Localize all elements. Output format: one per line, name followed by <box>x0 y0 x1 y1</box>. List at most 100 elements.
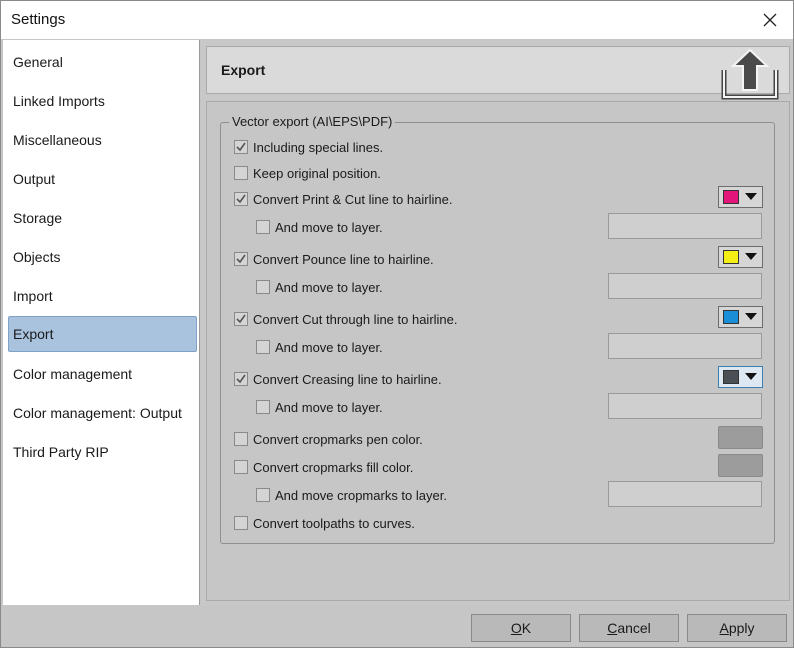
option-label: Convert Print & Cut line to hairline. <box>253 191 453 207</box>
option-pounce-move-layer[interactable]: And move to layer. <box>256 277 383 297</box>
option-cropmarks-pen-color[interactable]: Convert cropmarks pen color. <box>234 429 423 449</box>
apply-mnemonic: A <box>719 620 729 636</box>
option-print-cut-move-layer[interactable]: And move to layer. <box>256 217 383 237</box>
sidebar-item-miscellaneous[interactable]: Miscellaneous <box>8 122 197 158</box>
option-label: Convert Cut through line to hairline. <box>253 311 458 327</box>
window-title: Settings <box>11 11 66 28</box>
option-cropmarks-move-layer[interactable]: And move cropmarks to layer. <box>256 485 447 505</box>
sidebar-item-general[interactable]: General <box>8 44 197 80</box>
checkbox-checked[interactable] <box>234 140 248 154</box>
sidebar-item-storage[interactable]: Storage <box>8 200 197 236</box>
option-cut-through-hairline[interactable]: Convert Cut through line to hairline. <box>234 309 458 329</box>
creasing-color-picker[interactable] <box>718 366 763 388</box>
cancel-button[interactable]: Cancel <box>579 614 679 642</box>
sidebar-item-label: Output <box>13 171 56 187</box>
apply-button[interactable]: Apply <box>687 614 787 642</box>
cut-through-color-picker[interactable] <box>718 306 763 328</box>
option-creasing-move-layer[interactable]: And move to layer. <box>256 397 383 417</box>
sidebar-item-label: Miscellaneous <box>13 132 102 148</box>
cropmarks-pen-color-swatch[interactable] <box>718 426 763 449</box>
sidebar-item-label: Export <box>13 326 54 342</box>
page-title: Export <box>221 62 266 78</box>
option-print-cut-hairline[interactable]: Convert Print & Cut line to hairline. <box>234 189 452 209</box>
vector-export-group: Vector export (AI\EPS\PDF) Including spe… <box>220 114 775 544</box>
option-toolpaths-to-curves[interactable]: Convert toolpaths to curves. <box>234 513 415 533</box>
option-cropmarks-fill-color[interactable]: Convert cropmarks fill color. <box>234 457 413 477</box>
close-button[interactable] <box>747 1 793 39</box>
cropmarks-fill-color-swatch[interactable] <box>718 454 763 477</box>
option-label: Including special lines. <box>253 139 384 155</box>
sidebar-item-label: Color management <box>13 366 133 382</box>
export-settings-content: Vector export (AI\EPS\PDF) Including spe… <box>206 101 790 601</box>
sidebar-item-label: Import <box>13 288 53 304</box>
option-creasing-hairline[interactable]: Convert Creasing line to hairline. <box>234 369 442 389</box>
settings-window: Settings General Linked Imports Miscella… <box>0 0 794 648</box>
checkbox-checked[interactable] <box>234 252 248 266</box>
group-legend: Vector export (AI\EPS\PDF) <box>229 114 396 129</box>
sidebar-item-output[interactable]: Output <box>8 161 197 197</box>
settings-sidebar: General Linked Imports Miscellaneous Out… <box>3 40 200 605</box>
cancel-mnemonic: C <box>607 620 618 636</box>
cropmarks-layer-field[interactable] <box>608 481 762 507</box>
sidebar-item-label: Linked Imports <box>13 93 105 109</box>
chevron-down-icon <box>745 193 757 200</box>
title-bar: Settings <box>1 1 793 39</box>
ok-label-rest: K <box>521 620 532 636</box>
option-label: And move to layer. <box>275 399 383 415</box>
option-keep-original-position[interactable]: Keep original position. <box>234 163 381 183</box>
sidebar-item-label: Third Party RIP <box>13 444 109 460</box>
checkbox-unchecked[interactable] <box>256 280 270 294</box>
sidebar-item-label: Color management: Output <box>13 405 182 421</box>
option-pounce-hairline[interactable]: Convert Pounce line to hairline. <box>234 249 434 269</box>
sidebar-item-linked-imports[interactable]: Linked Imports <box>8 83 197 119</box>
option-label: Convert cropmarks fill color. <box>253 459 414 475</box>
sidebar-item-objects[interactable]: Objects <box>8 239 197 275</box>
option-label: Keep original position. <box>253 165 381 181</box>
checkbox-unchecked[interactable] <box>234 460 248 474</box>
checkbox-unchecked[interactable] <box>256 488 270 502</box>
dialog-footer: OK Cancel Apply <box>1 605 793 647</box>
print-cut-layer-field[interactable] <box>608 213 762 239</box>
sidebar-item-label: General <box>13 54 63 70</box>
checkbox-checked[interactable] <box>234 192 248 206</box>
option-label: Convert cropmarks pen color. <box>253 431 423 447</box>
checkbox-unchecked[interactable] <box>234 516 248 530</box>
checkbox-unchecked[interactable] <box>234 432 248 446</box>
option-label: And move to layer. <box>275 219 383 235</box>
option-label: Convert toolpaths to curves. <box>253 515 415 531</box>
color-swatch <box>723 310 739 324</box>
chevron-down-icon <box>745 313 757 320</box>
sidebar-item-label: Storage <box>13 210 63 226</box>
print-cut-color-picker[interactable] <box>718 186 763 208</box>
apply-label-rest: pply <box>728 620 755 636</box>
option-including-special-lines[interactable]: Including special lines. <box>234 137 383 157</box>
ok-button[interactable]: OK <box>471 614 571 642</box>
option-label: And move to layer. <box>275 339 383 355</box>
sidebar-item-color-management-output[interactable]: Color management: Output <box>8 395 197 431</box>
close-icon <box>763 13 777 27</box>
sidebar-item-export[interactable]: Export <box>8 316 197 352</box>
pounce-color-picker[interactable] <box>718 246 763 268</box>
settings-main-panel: Export Vector export (AI\EPS\PDF) Includ… <box>201 40 793 605</box>
chevron-down-icon <box>745 373 757 380</box>
option-label: And move cropmarks to layer. <box>275 487 447 503</box>
chevron-down-icon <box>745 253 757 260</box>
color-swatch <box>723 190 739 204</box>
creasing-layer-field[interactable] <box>608 393 762 419</box>
checkbox-checked[interactable] <box>234 312 248 326</box>
panel-header: Export <box>206 46 790 94</box>
checkbox-unchecked[interactable] <box>256 340 270 354</box>
option-label: Convert Creasing line to hairline. <box>253 371 442 387</box>
cut-through-layer-field[interactable] <box>608 333 762 359</box>
option-cut-through-move-layer[interactable]: And move to layer. <box>256 337 383 357</box>
checkbox-unchecked[interactable] <box>234 166 248 180</box>
sidebar-item-color-management[interactable]: Color management <box>8 356 197 392</box>
cancel-label-rest: ancel <box>617 620 651 636</box>
checkbox-unchecked[interactable] <box>256 220 270 234</box>
checkbox-unchecked[interactable] <box>256 400 270 414</box>
sidebar-item-third-party-rip[interactable]: Third Party RIP <box>8 434 197 470</box>
checkbox-checked[interactable] <box>234 372 248 386</box>
sidebar-item-import[interactable]: Import <box>8 278 197 314</box>
ok-mnemonic: O <box>510 620 522 636</box>
pounce-layer-field[interactable] <box>608 273 762 299</box>
